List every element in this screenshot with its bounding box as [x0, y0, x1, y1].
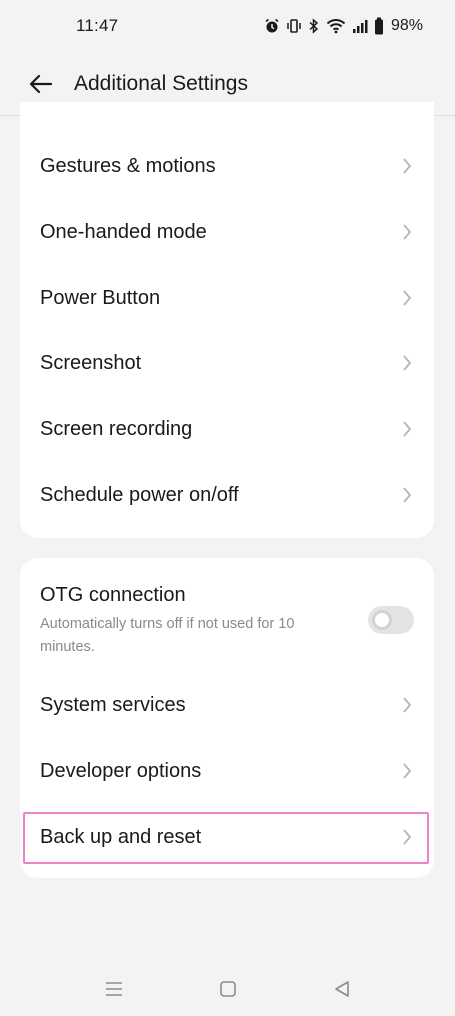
- chevron-right-icon: [400, 695, 414, 715]
- settings-item-label: One-handed mode: [40, 220, 207, 243]
- settings-item-one-handed-mode[interactable]: One-handed mode: [20, 201, 434, 263]
- chevron-right-icon: [400, 222, 414, 242]
- recents-button[interactable]: [102, 977, 126, 1001]
- settings-item-otg-connection[interactable]: OTG connection Automatically turns off i…: [20, 576, 434, 666]
- settings-item-label: Power Button: [40, 286, 161, 309]
- chevron-right-icon: [400, 485, 414, 505]
- chevron-right-icon: [400, 761, 414, 781]
- vibrate-icon: [286, 18, 302, 34]
- chevron-right-icon: [400, 288, 414, 308]
- settings-item-power-button[interactable]: Power Button: [20, 267, 434, 329]
- settings-item-label: Screen recording: [40, 417, 193, 440]
- settings-item-developer-options[interactable]: Developer options: [20, 740, 434, 802]
- home-button[interactable]: [216, 977, 240, 1001]
- chevron-right-icon: [400, 353, 414, 373]
- alarm-icon: [264, 18, 280, 34]
- settings-group-1: Gestures & motions One-handed mode Power…: [20, 102, 434, 538]
- settings-group-2: OTG connection Automatically turns off i…: [20, 558, 434, 878]
- back-triangle-icon: [334, 981, 349, 997]
- wifi-icon: [326, 18, 346, 34]
- page-title: Additional Settings: [74, 71, 248, 95]
- menu-icon: [105, 982, 122, 996]
- battery-icon: [374, 17, 384, 35]
- home-icon: [219, 981, 236, 997]
- chevron-right-icon: [400, 419, 414, 439]
- status-icons: 98%: [264, 17, 423, 35]
- back-button[interactable]: [28, 71, 54, 97]
- nav-back-button[interactable]: [330, 977, 354, 1001]
- toggle-knob: [372, 610, 392, 630]
- status-time: 11:47: [76, 16, 119, 35]
- settings-item-screenshot[interactable]: Screenshot: [20, 332, 434, 394]
- settings-item-label: Schedule power on/off: [40, 483, 239, 506]
- settings-item-schedule-power[interactable]: Schedule power on/off: [20, 464, 434, 526]
- arrow-left-icon: [29, 74, 53, 93]
- settings-item-back-up-reset[interactable]: Back up and reset: [20, 806, 434, 868]
- otg-subtitle: Automatically turns off if not used for …: [40, 616, 295, 655]
- chevron-right-icon: [400, 827, 414, 847]
- settings-item-label: Gestures & motions: [40, 154, 216, 177]
- settings-item-label: Screenshot: [40, 351, 142, 374]
- system-nav-bar: [0, 962, 455, 1016]
- bluetooth-icon: [308, 18, 320, 34]
- chevron-right-icon: [400, 156, 414, 176]
- settings-item-label: Back up and reset: [40, 825, 202, 848]
- battery-percent: 98%: [390, 17, 423, 34]
- settings-item-screen-recording[interactable]: Screen recording: [20, 398, 434, 460]
- settings-item-label: Developer options: [40, 759, 202, 782]
- otg-toggle[interactable]: [368, 606, 414, 634]
- settings-item-label: System services: [40, 693, 186, 716]
- otg-title: OTG connection: [40, 584, 186, 606]
- signal-icon: [352, 18, 368, 34]
- settings-item-system-services[interactable]: System services: [20, 674, 434, 736]
- settings-item-gestures-motions[interactable]: Gestures & motions: [20, 135, 434, 197]
- status-bar: 11:47 98%: [0, 0, 455, 52]
